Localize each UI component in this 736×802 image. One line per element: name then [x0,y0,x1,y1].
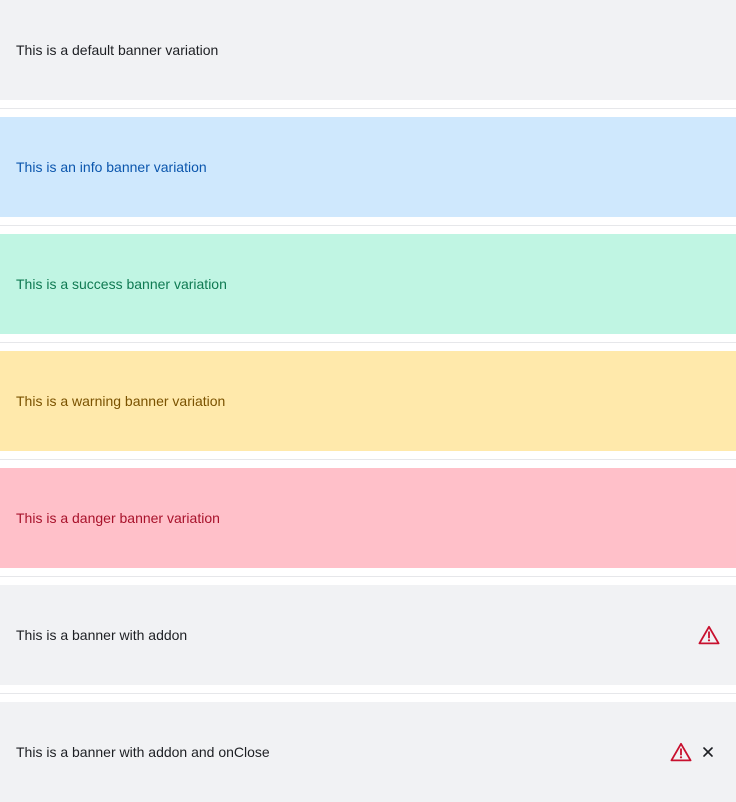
divider [0,342,736,343]
banner-text: This is a banner with addon [16,627,188,643]
banner-text: This is a warning banner variation [16,393,226,409]
divider [0,576,736,577]
divider [0,225,736,226]
banner-danger: This is a danger banner variation [0,468,736,568]
warning-triangle-icon [698,625,720,645]
banner-addon [670,740,720,764]
warning-triangle-icon [670,742,692,762]
close-icon [702,746,714,758]
divider [0,108,736,109]
banner-text: This is a default banner variation [16,42,219,58]
banner-success: This is a success banner variation [0,234,736,334]
banner-addon [698,625,720,645]
banner-info: This is an info banner variation [0,117,736,217]
banner-with-addon-and-close: This is a banner with addon and onClose [0,702,736,802]
close-button[interactable] [696,740,720,764]
divider [0,459,736,460]
banner-text: This is a success banner variation [16,276,227,292]
divider [0,693,736,694]
banner-with-addon: This is a banner with addon [0,585,736,685]
banner-text: This is an info banner variation [16,159,207,175]
banner-text: This is a banner with addon and onClose [16,744,270,760]
banner-warning: This is a warning banner variation [0,351,736,451]
banner-default: This is a default banner variation [0,0,736,100]
banner-list: This is a default banner variation This … [0,0,736,802]
banner-text: This is a danger banner variation [16,510,220,526]
